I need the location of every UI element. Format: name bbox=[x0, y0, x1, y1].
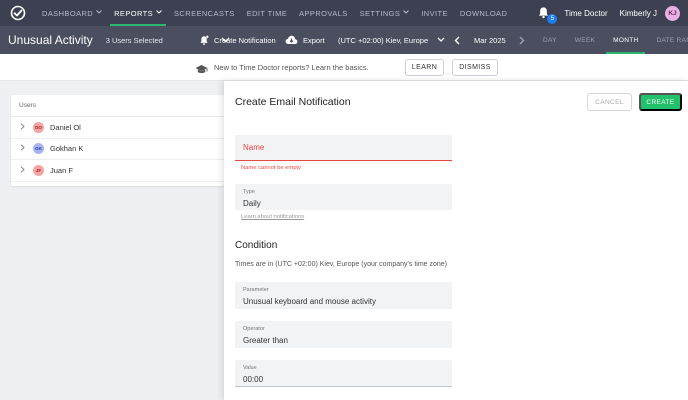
export-button[interactable]: Export bbox=[285, 26, 325, 54]
user-name[interactable]: Gokhan K bbox=[50, 144, 83, 153]
range-tab-day[interactable]: DAY bbox=[534, 26, 566, 54]
operator-value: Greater than bbox=[243, 336, 288, 345]
nav-item-label: DASHBOARD bbox=[42, 8, 94, 18]
type-select[interactable]: Type Daily bbox=[235, 184, 452, 210]
timezone-label: (UTC +02:00) Kiev, Europe bbox=[338, 35, 429, 45]
report-subheader: Unusual Activity 3 Users Selected Create… bbox=[0, 26, 688, 54]
user-avatar: DO bbox=[33, 121, 44, 133]
time-doctor-logo-icon[interactable] bbox=[0, 0, 36, 26]
user-avatar: GK bbox=[33, 143, 44, 155]
nav-item-label: DOWNLOAD bbox=[459, 8, 508, 18]
operator-select[interactable]: Operator Greater than bbox=[235, 321, 452, 348]
notification-count-badge: 5 bbox=[547, 14, 558, 24]
name-input-label: Name bbox=[243, 143, 265, 152]
name-error-message: Name cannot be empty bbox=[241, 165, 301, 171]
timezone-chevron-icon bbox=[437, 37, 445, 44]
range-tab-week[interactable]: WEEK bbox=[566, 26, 604, 54]
nav-item-label: EDIT TIME bbox=[246, 8, 288, 18]
type-value: Daily bbox=[243, 199, 261, 208]
create-notification-button[interactable]: Create Notification bbox=[199, 26, 276, 54]
graduation-cap-icon bbox=[195, 62, 208, 80]
user-row[interactable]: JF Juan F bbox=[11, 160, 224, 182]
parameter-label: Parameter bbox=[243, 287, 269, 293]
timezone-note: Times are in (UTC +02:00) Kiev, Europe (… bbox=[235, 261, 447, 268]
nav-item-edit-time[interactable]: EDIT TIME bbox=[241, 0, 293, 26]
banner-text: New to Time Doctor reports? Learn the ba… bbox=[214, 63, 369, 72]
bell-plus-icon bbox=[199, 34, 210, 46]
users-list: DO Daniel Ol GK Gokhan K JF Juan F bbox=[11, 117, 224, 182]
report-title: Unusual Activity bbox=[8, 33, 93, 47]
nav-item-screencasts[interactable]: SCREENCASTS bbox=[168, 0, 241, 26]
user-avatar: JF bbox=[33, 164, 44, 176]
nav-right: 5 Time Doctor Kimberly J KJ bbox=[536, 0, 688, 26]
nav-item-reports[interactable]: REPORTS bbox=[108, 0, 168, 26]
nav-item-label: REPORTS bbox=[114, 8, 154, 18]
operator-label: Operator bbox=[243, 326, 265, 332]
create-notification-label: Create Notification bbox=[214, 35, 276, 45]
create-button[interactable]: CREATE bbox=[639, 93, 682, 111]
users-selector[interactable]: 3 Users Selected bbox=[106, 36, 163, 45]
nav-item-dashboard[interactable]: DASHBOARD bbox=[36, 0, 108, 26]
dismiss-button[interactable]: DISMISS bbox=[452, 59, 498, 76]
nav-item-invite[interactable]: INVITE bbox=[415, 0, 454, 26]
parameter-value: Unusual keyboard and mouse activity bbox=[243, 297, 376, 306]
learn-button[interactable]: LEARN bbox=[405, 59, 444, 76]
user-name[interactable]: Daniel Ol bbox=[50, 123, 81, 132]
next-period-chevron-icon[interactable] bbox=[519, 26, 525, 54]
timezone-selector[interactable]: (UTC +02:00) Kiev, Europe bbox=[338, 26, 445, 54]
chevron-down-icon bbox=[96, 10, 102, 16]
previous-period-chevron-icon[interactable] bbox=[454, 26, 460, 54]
value-value: 00:00 bbox=[243, 375, 264, 384]
nav-item-label: APPROVALS bbox=[299, 8, 348, 18]
top-navbar: DASHBOARD REPORTS SCREENCASTS EDIT TIME APPR… bbox=[0, 0, 688, 26]
user-name[interactable]: Kimberly J bbox=[620, 9, 657, 18]
condition-heading: Condition bbox=[235, 240, 278, 251]
range-tab-date-range[interactable]: DATE RANGE bbox=[647, 26, 688, 54]
expand-chevron-icon[interactable] bbox=[11, 166, 33, 175]
nav-item-label: INVITE bbox=[421, 8, 448, 18]
value-input[interactable]: Value 00:00 bbox=[235, 360, 452, 387]
expand-chevron-icon[interactable] bbox=[11, 144, 33, 153]
nav-item-label: SETTINGS bbox=[359, 8, 401, 18]
nav-item-settings[interactable]: SETTINGS bbox=[354, 0, 416, 26]
onboarding-banner: New to Time Doctor reports? Learn the ba… bbox=[0, 54, 688, 81]
value-label: Value bbox=[243, 365, 257, 371]
cancel-button[interactable]: CANCEL bbox=[587, 93, 632, 111]
date-range-tabs: DAYWEEKMONTHDATE RANGE bbox=[534, 26, 688, 54]
name-input[interactable]: Name bbox=[235, 135, 452, 161]
notifications-bell-icon[interactable]: 5 bbox=[536, 5, 558, 24]
expand-chevron-icon[interactable] bbox=[11, 123, 33, 132]
chevron-down-icon bbox=[156, 10, 162, 16]
nav-item-download[interactable]: DOWNLOAD bbox=[454, 0, 513, 26]
nav-item-approvals[interactable]: APPROVALS bbox=[293, 0, 353, 26]
user-avatar[interactable]: KJ bbox=[665, 5, 680, 21]
nav-item-label: SCREENCASTS bbox=[174, 8, 235, 18]
cloud-download-icon bbox=[285, 35, 298, 45]
user-name[interactable]: Juan F bbox=[50, 166, 73, 175]
company-name[interactable]: Time Doctor bbox=[564, 9, 607, 18]
user-row[interactable]: GK Gokhan K bbox=[11, 139, 224, 160]
nav-menu: DASHBOARD REPORTS SCREENCASTS EDIT TIME APPR… bbox=[36, 0, 513, 26]
users-panel: Users DO Daniel Ol GK Gokhan K JF Juan F bbox=[11, 95, 224, 186]
range-tab-month[interactable]: MONTH bbox=[604, 26, 647, 54]
chevron-down-icon bbox=[403, 10, 410, 16]
drawer-title: Create Email Notification bbox=[235, 96, 351, 108]
users-column-header: Users bbox=[11, 95, 224, 117]
parameter-select[interactable]: Parameter Unusual keyboard and mouse act… bbox=[235, 282, 452, 309]
export-label: Export bbox=[303, 35, 325, 45]
type-label: Type bbox=[243, 189, 255, 195]
learn-about-notifications-link[interactable]: Learn about notifications bbox=[241, 214, 304, 220]
current-period[interactable]: Mar 2025 bbox=[474, 26, 506, 54]
create-email-notification-drawer: Create Email Notification CANCEL CREATE … bbox=[224, 81, 688, 400]
user-row[interactable]: DO Daniel Ol bbox=[11, 117, 224, 139]
